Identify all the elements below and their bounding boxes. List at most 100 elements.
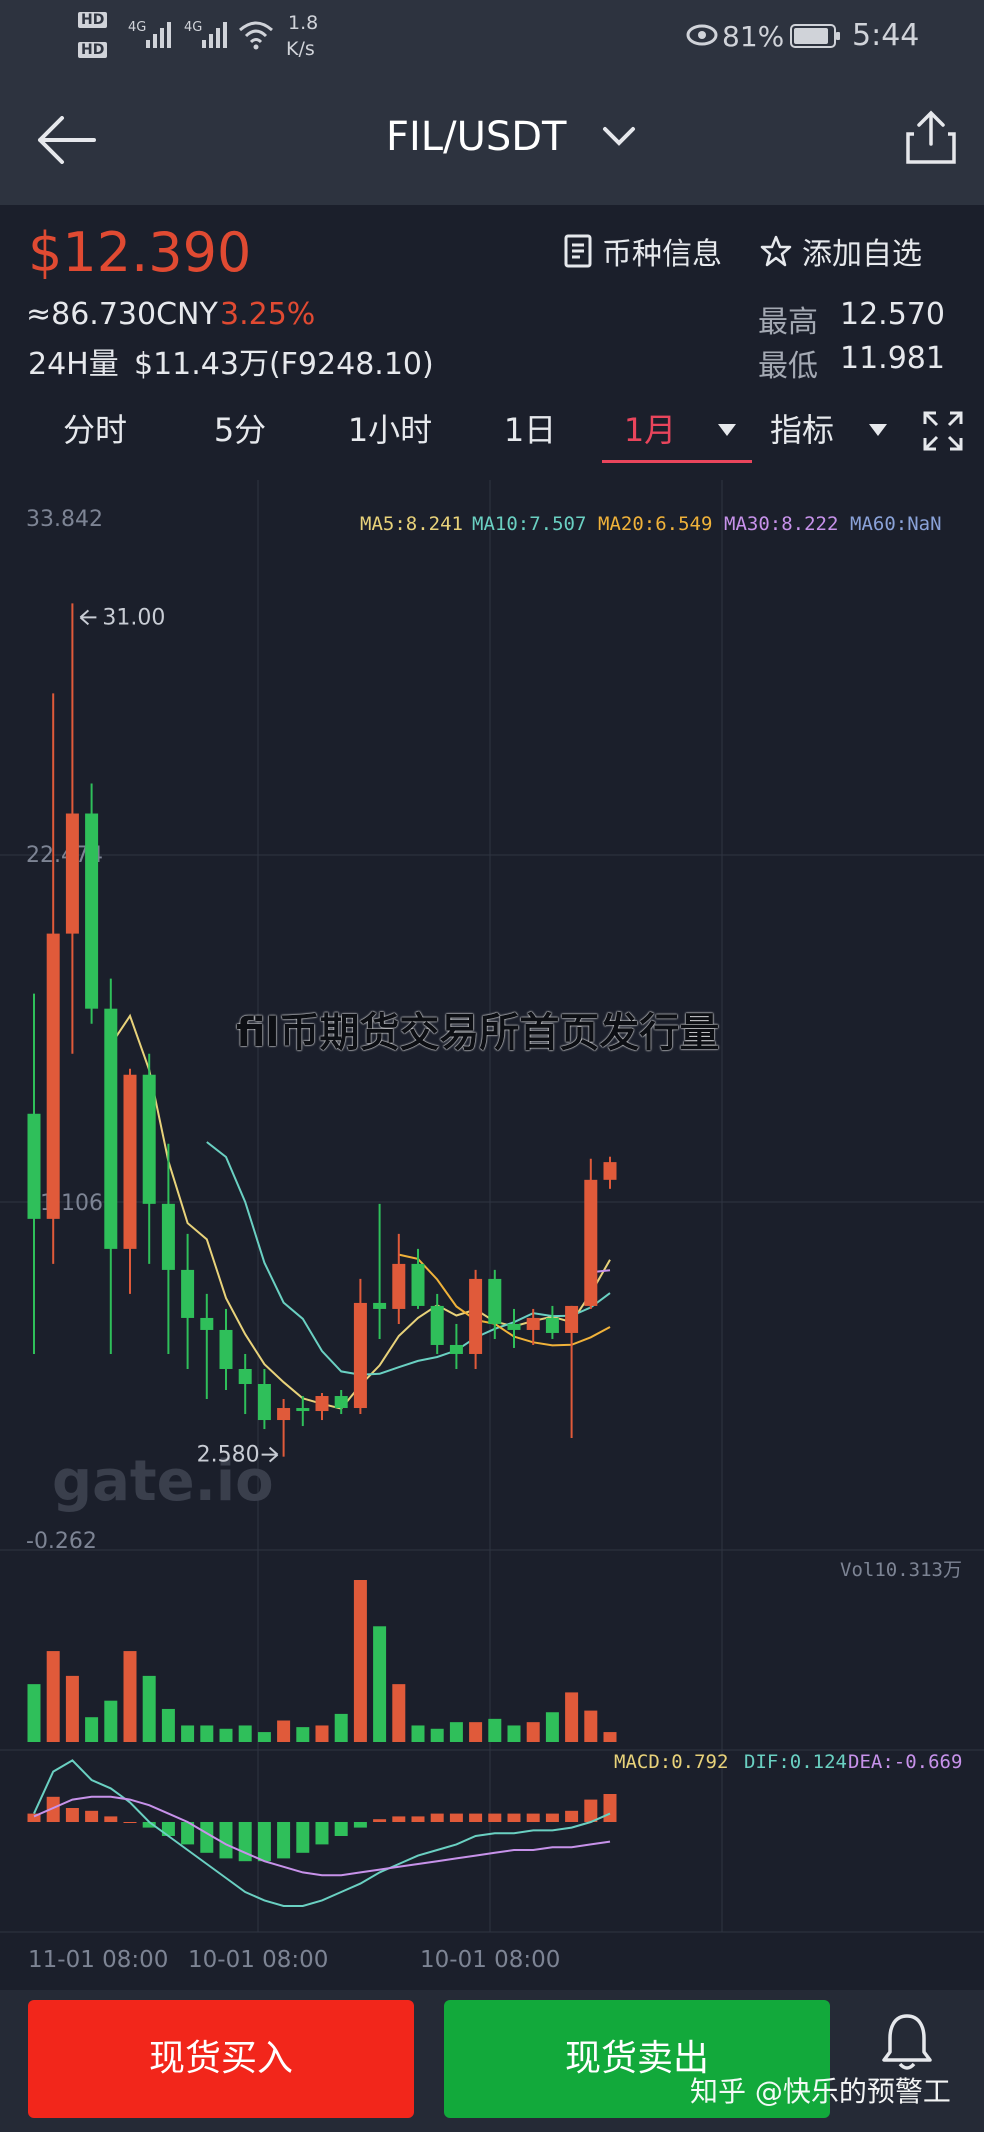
- coin-info-button[interactable]: 币种信息: [564, 231, 722, 272]
- tab-1month[interactable]: 1月: [600, 390, 700, 470]
- candle-body: [411, 1263, 425, 1306]
- volume-bar: [565, 1692, 579, 1742]
- candle-body: [65, 813, 79, 934]
- clock: 5:44: [852, 18, 920, 53]
- add-watchlist-label: 添加自选: [802, 237, 922, 272]
- volume-bar: [219, 1728, 233, 1742]
- volume-bar: [315, 1725, 329, 1742]
- volume-bar: [603, 1732, 617, 1742]
- high-label: 最高: [758, 305, 818, 340]
- dropdown-arrow-icon[interactable]: [718, 424, 736, 436]
- volume-bar: [277, 1720, 291, 1742]
- volume-bar: [181, 1725, 195, 1742]
- macd-bar: [315, 1822, 329, 1845]
- watermark-overlay-text: fil币期货交易所首页发行量: [236, 1010, 720, 1056]
- ma60-label: MA60:NaN: [850, 513, 942, 535]
- macd-bar: [257, 1822, 271, 1862]
- macd-bar: [373, 1819, 387, 1822]
- volume-bar: [411, 1725, 425, 1742]
- macd-bar: [353, 1822, 367, 1828]
- chart-area[interactable]: MA5:8.241 MA10:7.507 MA20:6.549 MA30:8.2…: [0, 470, 984, 1990]
- candle-body: [565, 1305, 579, 1333]
- macd-bar: [85, 1810, 99, 1822]
- volume-bar: [449, 1722, 463, 1742]
- spot-buy-button[interactable]: 现货买入: [28, 2000, 414, 2118]
- bell-icon[interactable]: [880, 2012, 934, 2074]
- ticker-info: $12.390 ≈86.730CNY 3.25% 24H量 $11.43万(F9…: [0, 205, 984, 390]
- candle-body: [545, 1317, 559, 1333]
- tab-1day[interactable]: 1日: [490, 390, 570, 470]
- tab-timeshare[interactable]: 分时: [40, 390, 150, 470]
- volume-bar: [296, 1727, 310, 1742]
- candle-body: [315, 1396, 329, 1412]
- macd-bar: [123, 1822, 137, 1823]
- candle-body: [257, 1384, 271, 1421]
- volume-bar: [123, 1651, 137, 1742]
- back-arrow-icon[interactable]: [36, 116, 98, 164]
- tab-indicators[interactable]: 指标: [762, 390, 842, 470]
- candle-body: [334, 1396, 348, 1409]
- add-watchlist-button[interactable]: 添加自选: [760, 231, 922, 272]
- macd-bar: [545, 1813, 559, 1822]
- macd-bar: [296, 1822, 310, 1853]
- volume-bar: [104, 1700, 118, 1742]
- candle-body: [123, 1074, 137, 1249]
- ma20-label: MA20:6.549: [598, 513, 712, 535]
- macd-bar: [565, 1810, 579, 1822]
- candle-body: [46, 933, 60, 1219]
- macd-bar: [219, 1822, 233, 1859]
- volume-bar: [85, 1717, 99, 1742]
- fullscreen-icon[interactable]: [922, 410, 964, 452]
- volume-bar: [257, 1732, 271, 1742]
- volume-bar: [353, 1580, 367, 1742]
- tab-5min[interactable]: 5分: [190, 390, 290, 470]
- high-marker-label: 31.00: [102, 605, 165, 630]
- macd-bar: [449, 1813, 463, 1822]
- battery-icon: [790, 24, 840, 48]
- volume-bar: [584, 1710, 598, 1742]
- volume-bar: [507, 1725, 521, 1742]
- candle-body: [449, 1344, 463, 1354]
- low-value: 11.981: [840, 341, 945, 376]
- share-icon[interactable]: [904, 110, 958, 166]
- volume-bar: [27, 1684, 41, 1742]
- network-type-1: 4G: [128, 20, 147, 35]
- volume-bar: [488, 1718, 502, 1742]
- volume-bar: [373, 1626, 387, 1742]
- tab-1hour[interactable]: 1小时: [330, 390, 450, 470]
- volume-bar: [65, 1675, 79, 1742]
- candle-body: [219, 1329, 233, 1369]
- candle-body: [507, 1323, 521, 1330]
- cny-price: ≈86.730CNY: [26, 297, 218, 332]
- dif-label: DIF:0.124: [744, 1751, 847, 1773]
- volume-bar: [545, 1712, 559, 1742]
- candle-body: [200, 1317, 214, 1330]
- candle-body: [430, 1305, 444, 1345]
- macd-bar: [104, 1816, 118, 1822]
- candle-body: [104, 1008, 118, 1249]
- volume-bar: [200, 1725, 214, 1742]
- pair-title[interactable]: FIL/USDT: [386, 114, 566, 160]
- hd-badge-2: HD: [78, 42, 108, 58]
- star-icon: [760, 235, 792, 267]
- candle-body: [353, 1302, 367, 1409]
- candle-body: [181, 1269, 195, 1318]
- volume-value: $11.43万(F9248.10): [134, 347, 434, 382]
- timeframe-tabs: 分时 5分 1小时 1日 1月 指标: [0, 390, 984, 470]
- chevron-down-icon[interactable]: [602, 126, 636, 148]
- kline-chart[interactable]: MA5:8.241 MA10:7.507 MA20:6.549 MA30:8.2…: [0, 470, 984, 1990]
- candle-body: [85, 813, 99, 1009]
- macd-bar: [526, 1813, 540, 1822]
- indicators-arrow-icon[interactable]: [869, 424, 887, 436]
- network-type-2: 4G: [184, 20, 203, 35]
- candle-body: [526, 1317, 540, 1330]
- ma20-line: [398, 1253, 611, 1347]
- macd-bar: [277, 1822, 291, 1859]
- volume-bar: [238, 1725, 252, 1742]
- dea-label: DEA:-0.669: [848, 1751, 962, 1773]
- candle-body: [488, 1278, 502, 1324]
- status-bar: HD HD 4G 4G 1.8 K/s 81% 5:44: [0, 0, 984, 70]
- volume-bar: [142, 1675, 156, 1742]
- last-price: $12.390: [28, 221, 252, 284]
- candle-body: [392, 1263, 406, 1309]
